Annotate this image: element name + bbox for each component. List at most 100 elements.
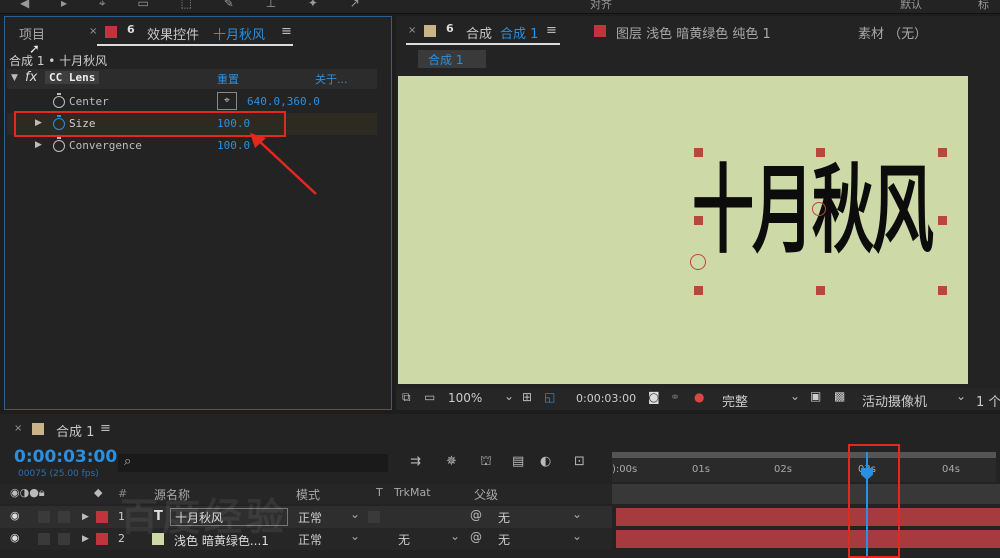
collapse-triangle-icon[interactable]: ▼ — [11, 73, 18, 83]
panel-menu-icon[interactable]: ≡ — [100, 421, 111, 436]
grid-icon[interactable]: ⊞ — [522, 390, 532, 404]
channel-icon[interactable]: ⚭ — [670, 390, 680, 404]
motion-blur-icon[interactable]: ◐ — [540, 454, 551, 469]
trkmat-select[interactable] — [368, 511, 380, 523]
close-icon[interactable]: × — [408, 25, 416, 36]
solo-toggle[interactable] — [38, 533, 50, 545]
visibility-column-icon[interactable]: ◉◑●🔒︎ — [10, 486, 45, 500]
pickwhip-icon[interactable]: @ — [470, 508, 482, 522]
frame-blending-icon[interactable]: ▤ — [512, 454, 524, 469]
comp-subtab[interactable]: 合成 1 — [418, 50, 486, 68]
layer-track-bar[interactable] — [616, 508, 1000, 526]
panel-menu-icon[interactable]: ≡ — [546, 23, 557, 38]
transform-handle[interactable] — [816, 148, 825, 157]
chevron-down-icon[interactable]: ⌄ — [572, 507, 582, 521]
monitor-icon[interactable]: ▭ — [424, 390, 435, 404]
expand-triangle-icon[interactable]: ▶ — [35, 140, 42, 150]
reset-link[interactable]: 重置 — [217, 71, 239, 87]
tab-comp-prefix[interactable]: 合成 — [466, 23, 492, 42]
layer-label-color[interactable] — [96, 511, 108, 523]
chevron-down-icon[interactable]: ⌄ — [956, 389, 966, 403]
timeline-tab-name[interactable]: 合成 1 — [56, 421, 94, 440]
tab-comp-name[interactable]: 合成 1 — [500, 23, 538, 42]
transform-handle[interactable] — [694, 148, 703, 157]
time-ruler[interactable]: ):00s 01s 02s 03s 04s — [612, 452, 996, 482]
views-select[interactable]: 1 个 — [976, 391, 1000, 410]
panel-menu-icon[interactable]: ≡ — [281, 24, 292, 39]
stopwatch-icon[interactable] — [53, 93, 65, 108]
transform-handle[interactable] — [816, 286, 825, 295]
lock-toggle[interactable] — [58, 533, 70, 545]
toolbar-tools[interactable]: ◀ ▸ ⌖ ▭ ⬚ ✎ ⊥ ✦ ↗ — [20, 0, 374, 11]
col-mode[interactable]: 模式 — [296, 486, 320, 503]
anchor-point-icon[interactable] — [812, 202, 826, 216]
tab-project[interactable]: 项目 — [19, 24, 45, 43]
layer-label-color[interactable] — [96, 533, 108, 545]
chevron-down-icon[interactable]: ⌄ — [790, 389, 800, 403]
comp-timecode[interactable]: 0:00:03:00 — [576, 392, 636, 405]
about-link[interactable]: 关于... — [315, 71, 348, 87]
shy-layers-icon[interactable]: ⛫ — [480, 454, 492, 471]
layer-search-input[interactable]: ⌕ — [118, 454, 388, 472]
zoom-select[interactable]: 100% — [448, 391, 482, 405]
chevron-down-icon[interactable]: ⌄ — [350, 529, 360, 543]
comp-canvas[interactable]: 十月秋风 — [398, 76, 968, 384]
layer-track-bar[interactable] — [616, 530, 1000, 548]
layer-mode-select[interactable]: 正常 — [298, 531, 322, 548]
tab-effect-target[interactable]: 十月秋风 — [213, 24, 265, 43]
point-target-icon[interactable]: ⌖ — [217, 92, 237, 110]
transform-handle[interactable] — [938, 286, 947, 295]
camera-select[interactable]: 活动摄像机 — [862, 391, 927, 410]
expand-triangle-icon[interactable]: ▶ — [82, 534, 89, 544]
lock-icon[interactable]: 6 — [127, 23, 135, 36]
parent-select[interactable]: 无 — [498, 531, 510, 548]
draft-3d-icon[interactable]: ✵ — [446, 454, 457, 469]
mask-icon[interactable]: ◱ — [544, 390, 555, 404]
quality-select[interactable]: 完整 — [722, 391, 748, 410]
expand-triangle-icon[interactable]: ▶ — [82, 512, 89, 522]
param-row-center[interactable]: Center ⌖ 640.0,360.0 — [7, 91, 377, 113]
param-value[interactable]: 640.0,360.0 — [247, 95, 320, 108]
region-of-interest-icon[interactable]: ▣ — [810, 389, 821, 403]
parent-select[interactable]: 无 — [498, 509, 510, 526]
effect-center-icon[interactable] — [690, 254, 706, 270]
comp-flowchart-icon[interactable]: ⇉ — [410, 454, 421, 469]
chevron-down-icon[interactable]: ⌄ — [504, 389, 514, 403]
color-channel-icon[interactable]: ● — [694, 390, 704, 404]
transform-handle[interactable] — [694, 286, 703, 295]
effect-name[interactable]: CC Lens — [45, 71, 100, 84]
timeline-timecode[interactable]: 0:00:03:00 — [14, 447, 117, 467]
region-icon[interactable]: ⧉ — [402, 390, 411, 405]
lock-toggle[interactable] — [58, 511, 70, 523]
work-area-bar[interactable] — [612, 452, 996, 458]
workspace-label[interactable]: 默认 — [900, 0, 922, 12]
snap-label[interactable]: 对齐 — [590, 0, 612, 12]
chevron-down-icon[interactable]: ⌄ — [350, 507, 360, 521]
fx-badge[interactable]: fx — [25, 70, 37, 85]
transform-handle[interactable] — [938, 216, 947, 225]
col-trkmat[interactable]: TrkMat — [394, 486, 431, 499]
transparency-grid-icon[interactable]: ▩ — [834, 389, 845, 403]
close-icon[interactable]: × — [89, 26, 97, 37]
lock-icon[interactable]: 6 — [446, 22, 454, 35]
workspace-far[interactable]: 标 — [978, 0, 989, 12]
tab-effect-controls[interactable]: 效果控件 — [147, 24, 199, 43]
layer-row[interactable]: ◉ ▶ 1 T 十月秋风 正常 ⌄ @ 无 ⌄ — [0, 506, 612, 528]
chevron-down-icon[interactable]: ⌄ — [572, 529, 582, 543]
label-column-icon[interactable]: ◆ — [94, 486, 102, 499]
graph-editor-icon[interactable]: ⊡ — [574, 454, 585, 469]
stopwatch-icon[interactable] — [53, 137, 65, 152]
eye-icon[interactable]: ◉ — [10, 531, 20, 544]
transform-handle[interactable] — [694, 216, 703, 225]
canvas-text-layer[interactable]: 十月秋风 — [692, 132, 934, 272]
eye-icon[interactable]: ◉ — [10, 509, 20, 522]
pickwhip-icon[interactable]: @ — [470, 530, 482, 544]
chevron-down-icon[interactable]: ⌄ — [450, 529, 460, 543]
transform-handle[interactable] — [938, 148, 947, 157]
layer-mode-select[interactable]: 正常 — [298, 509, 322, 526]
tab-footage[interactable]: 素材 （无） — [858, 23, 927, 42]
camera-icon[interactable]: ◙ — [648, 390, 660, 404]
trkmat-select[interactable]: 无 — [398, 531, 410, 548]
col-parent[interactable]: 父级 — [474, 486, 498, 503]
effect-row[interactable]: ▼ fx CC Lens 重置 关于... — [7, 69, 377, 89]
